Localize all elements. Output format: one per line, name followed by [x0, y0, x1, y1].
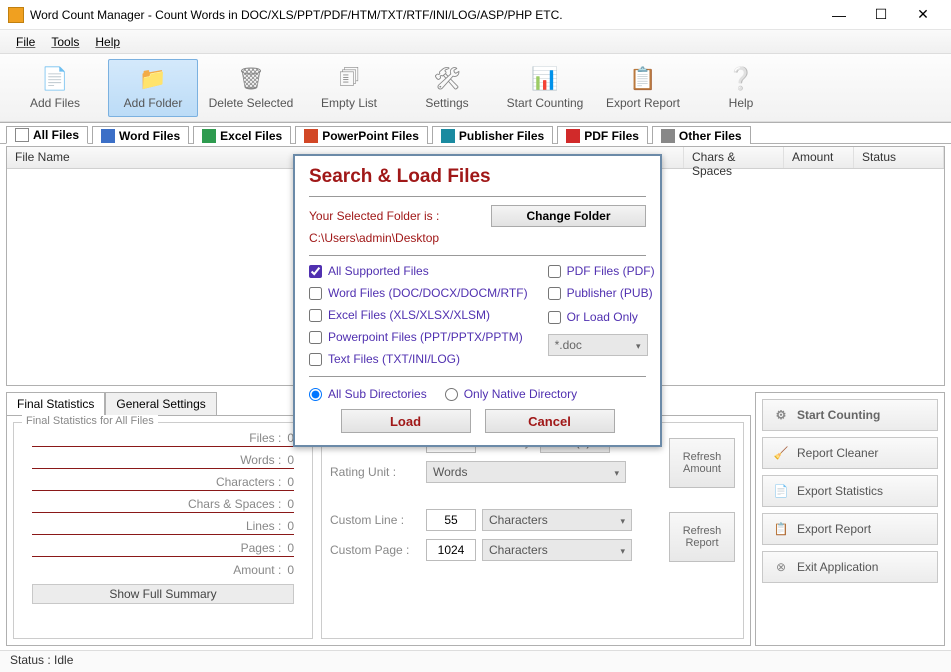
empty-list-icon: 🗊 [333, 66, 365, 92]
start-counting-icon: 📊 [529, 66, 561, 92]
tab-pdf-files[interactable]: PDF Files [557, 126, 648, 144]
tab-powerpoint-files[interactable]: PowerPoint Files [295, 126, 428, 144]
chk-publisher[interactable]: Publisher (PUB) [548, 286, 655, 300]
delete-icon: 🗑 [235, 66, 267, 92]
toolbar-empty-list[interactable]: 🗊Empty List [304, 59, 394, 117]
other-icon [661, 129, 675, 143]
toolbar: 📄Add Files 📁Add Folder 🗑Delete Selected … [0, 54, 951, 122]
search-load-dialog: Search & Load Files Your Selected Folder… [293, 154, 662, 447]
chk-text-files[interactable]: Text Files (TXT/INI/LOG) [309, 352, 528, 366]
rating-unit-select[interactable]: Words [426, 461, 626, 483]
col-status[interactable]: Status [854, 147, 944, 168]
status-bar: Status : Idle [0, 650, 951, 672]
export-stats-icon: 📄 [773, 483, 789, 499]
custom-page-input[interactable] [426, 539, 476, 561]
load-button[interactable]: Load [341, 409, 471, 433]
stats-legend: Final Statistics for All Files [22, 415, 158, 427]
tab-general-settings[interactable]: General Settings [105, 392, 216, 415]
selected-folder-label: Your Selected Folder is : [309, 209, 439, 223]
start-counting-button[interactable]: ⚙Start Counting [762, 399, 938, 431]
powerpoint-icon [304, 129, 318, 143]
pdf-icon [566, 129, 580, 143]
toolbar-add-files[interactable]: 📄Add Files [10, 59, 100, 117]
tab-word-files[interactable]: Word Files [92, 126, 189, 144]
toolbar-export-report[interactable]: 📋Export Report [598, 59, 688, 117]
toolbar-settings[interactable]: 🛠Settings [402, 59, 492, 117]
close-button[interactable]: ✕ [903, 3, 943, 27]
exit-icon: ⊗ [773, 559, 789, 575]
dialog-title: Search & Load Files [309, 166, 646, 188]
export-report-button[interactable]: 📋Export Report [762, 513, 938, 545]
toolbar-delete-selected[interactable]: 🗑Delete Selected [206, 59, 296, 117]
window-title: Word Count Manager - Count Words in DOC/… [30, 8, 819, 22]
custom-page-unit-select[interactable]: Characters [482, 539, 632, 561]
cancel-button[interactable]: Cancel [485, 409, 615, 433]
menu-tools[interactable]: Tools [43, 33, 87, 51]
tab-final-statistics[interactable]: Final Statistics [6, 392, 105, 415]
word-icon [101, 129, 115, 143]
app-icon [8, 7, 24, 23]
export-statistics-button[interactable]: 📄Export Statistics [762, 475, 938, 507]
menu-bar: File Tools Help [0, 30, 951, 54]
file-type-tabs: All Files Word Files Excel Files PowerPo… [0, 122, 951, 144]
exit-application-button[interactable]: ⊗Exit Application [762, 551, 938, 583]
actions-panel: ⚙Start Counting 🧹Report Cleaner 📄Export … [755, 392, 945, 646]
toolbar-add-folder[interactable]: 📁Add Folder [108, 59, 198, 117]
broom-icon: 🧹 [773, 445, 789, 461]
col-chars-spaces[interactable]: Chars & Spaces [684, 147, 784, 168]
tab-excel-files[interactable]: Excel Files [193, 126, 291, 144]
tab-other-files[interactable]: Other Files [652, 126, 751, 144]
tab-all-files[interactable]: All Files [6, 126, 88, 144]
refresh-amount-button[interactable]: Refresh Amount [669, 438, 735, 488]
publisher-icon [441, 129, 455, 143]
report-cleaner-button[interactable]: 🧹Report Cleaner [762, 437, 938, 469]
radio-only-native[interactable]: Only Native Directory [445, 387, 577, 401]
chk-word-files[interactable]: Word Files (DOC/DOCX/DOCM/RTF) [309, 286, 528, 300]
settings-icon: 🛠 [431, 66, 463, 92]
change-folder-button[interactable]: Change Folder [491, 205, 646, 227]
extension-select[interactable]: *.doc [548, 334, 648, 356]
custom-line-unit-select[interactable]: Characters [482, 509, 632, 531]
all-files-icon [15, 128, 29, 142]
title-bar: Word Count Manager - Count Words in DOC/… [0, 0, 951, 30]
toolbar-help[interactable]: ❔Help [696, 59, 786, 117]
chk-ppt-files[interactable]: Powerpoint Files (PPT/PPTX/PPTM) [309, 330, 528, 344]
menu-file[interactable]: File [8, 33, 43, 51]
excel-icon [202, 129, 216, 143]
export-report-icon: 📋 [627, 66, 659, 92]
add-files-icon: 📄 [39, 66, 71, 92]
chk-pdf-files[interactable]: PDF Files (PDF) [548, 264, 655, 278]
custom-line-input[interactable] [426, 509, 476, 531]
help-icon: ❔ [725, 66, 757, 92]
folder-path: C:\Users\admin\Desktop [309, 231, 646, 245]
maximize-button[interactable]: ☐ [861, 3, 901, 27]
tab-publisher-files[interactable]: Publisher Files [432, 126, 553, 144]
export-report-icon: 📋 [773, 521, 789, 537]
refresh-report-button[interactable]: Refresh Report [669, 512, 735, 562]
chk-excel-files[interactable]: Excel Files (XLS/XLSX/XLSM) [309, 308, 528, 322]
col-amount[interactable]: Amount [784, 147, 854, 168]
toolbar-start-counting[interactable]: 📊Start Counting [500, 59, 590, 117]
minimize-button[interactable]: — [819, 3, 859, 27]
menu-help[interactable]: Help [87, 33, 128, 51]
radio-all-sub[interactable]: All Sub Directories [309, 387, 427, 401]
add-folder-icon: 📁 [137, 66, 169, 92]
chk-or-load-only[interactable]: Or Load Only [548, 310, 655, 324]
chk-all-supported[interactable]: All Supported Files [309, 264, 528, 278]
gear-icon: ⚙ [773, 407, 789, 423]
show-full-summary-button[interactable]: Show Full Summary [32, 584, 294, 604]
